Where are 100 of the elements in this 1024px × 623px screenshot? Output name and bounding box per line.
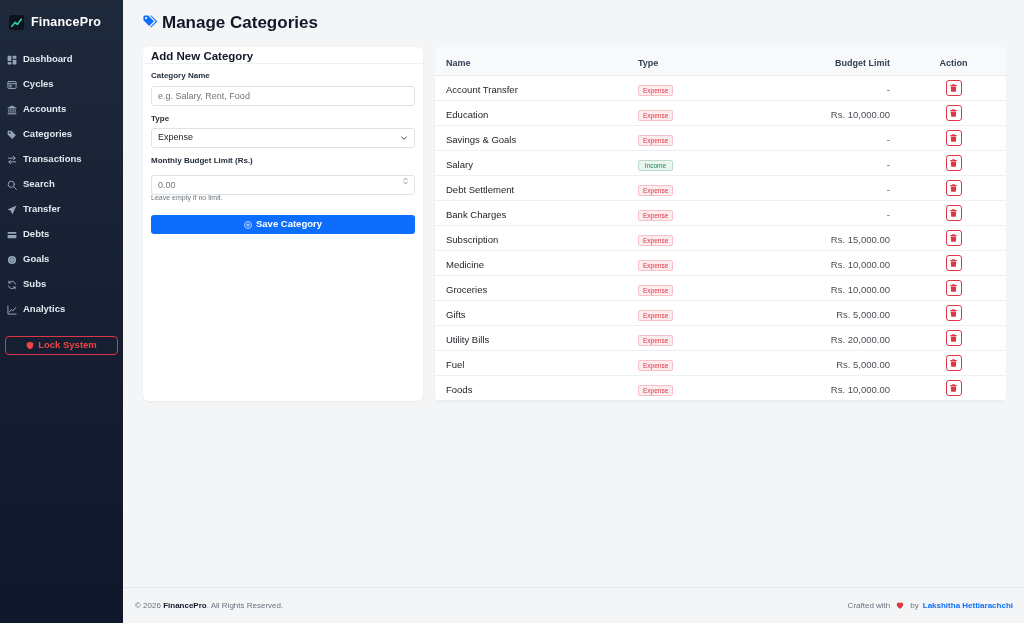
type-select[interactable]: Expense xyxy=(151,128,415,148)
category-name: Foods xyxy=(446,383,473,395)
delete-button[interactable] xyxy=(945,180,962,197)
nav-item[interactable]: Dashboard xyxy=(0,47,123,72)
category-name: Account Transfer xyxy=(446,83,518,95)
dashboard-icon xyxy=(7,54,17,65)
budget-limit: Rs. 20,000.00 xyxy=(830,333,890,345)
nav-item[interactable]: Transactions xyxy=(0,147,123,172)
heart-icon xyxy=(896,602,905,609)
bank-icon xyxy=(7,104,17,115)
budget-limit: Rs. 15,000.00 xyxy=(830,233,890,245)
column-header: Type xyxy=(638,57,659,68)
delete-button[interactable] xyxy=(945,330,962,347)
plus-circle-icon xyxy=(244,220,252,229)
delete-button[interactable] xyxy=(945,305,962,322)
budget-limit-input[interactable]: 0.00 xyxy=(151,175,415,195)
category-name: Fuel xyxy=(446,358,465,370)
nav-item[interactable]: Subs xyxy=(0,272,123,297)
trash-icon xyxy=(950,259,957,268)
budget-limit: Rs. 10,000.00 xyxy=(830,283,890,295)
chevron-down-icon xyxy=(401,136,407,140)
delete-button[interactable] xyxy=(945,230,962,247)
trash-icon xyxy=(950,284,957,293)
budget-limit: Rs. 10,000.00 xyxy=(830,258,890,270)
trash-icon xyxy=(950,359,957,368)
trash-icon xyxy=(950,334,957,343)
copyright-text: © 2026 FinancePro. All Rights Reserved. xyxy=(135,599,284,612)
category-name: Debt Settlement xyxy=(446,183,515,195)
shield-icon xyxy=(26,341,35,350)
lock-system-button[interactable]: Lock System xyxy=(5,336,118,355)
column-header: Action xyxy=(939,57,968,68)
trash-icon xyxy=(950,209,957,218)
delete-button[interactable] xyxy=(945,205,962,222)
nav-item[interactable]: Search xyxy=(0,172,123,197)
delete-button[interactable] xyxy=(945,105,962,122)
paper-plane-icon xyxy=(7,204,17,215)
nav-item[interactable]: Categories xyxy=(0,122,123,147)
form-title: Add New Category xyxy=(151,50,255,63)
spinner-arrows-icon xyxy=(403,177,408,185)
nav-item[interactable]: Goals xyxy=(0,247,123,272)
trash-icon xyxy=(950,159,957,168)
arrows-icon xyxy=(7,154,17,165)
field-label: Category Name xyxy=(151,71,211,81)
brand-name: FinancePro xyxy=(31,15,102,29)
line-chart-icon xyxy=(7,304,17,315)
budget-limit: - xyxy=(886,208,890,220)
nav-item[interactable]: Analytics xyxy=(0,297,123,322)
category-name: Savings & Goals xyxy=(446,133,517,145)
category-name: Utility Bills xyxy=(446,333,490,345)
delete-button[interactable] xyxy=(945,155,962,172)
budget-limit: - xyxy=(886,83,890,95)
window-icon xyxy=(7,79,17,90)
author-link[interactable]: Lakshitha Hettiarachchi xyxy=(922,599,1013,612)
save-category-button[interactable]: Save Category xyxy=(151,215,415,234)
category-name: Groceries xyxy=(446,283,488,295)
delete-button[interactable] xyxy=(945,380,962,397)
budget-limit: - xyxy=(886,183,890,195)
page-title: Manage Categories xyxy=(162,13,318,31)
target-icon xyxy=(7,254,17,265)
credit-card-icon xyxy=(7,229,17,240)
trash-icon xyxy=(950,234,957,243)
nav-item[interactable]: Cycles xyxy=(0,72,123,97)
category-name: Bank Charges xyxy=(446,208,507,220)
budget-limit: - xyxy=(886,133,890,145)
trash-icon xyxy=(950,84,957,93)
column-header: Budget Limit xyxy=(835,57,890,68)
field-label: Type xyxy=(151,114,171,124)
budget-limit: Rs. 10,000.00 xyxy=(830,383,890,395)
delete-button[interactable] xyxy=(945,255,962,272)
trash-icon xyxy=(950,309,957,318)
delete-button[interactable] xyxy=(945,280,962,297)
logo-icon xyxy=(9,14,24,30)
nav-item[interactable]: Accounts xyxy=(0,97,123,122)
delete-button[interactable] xyxy=(945,130,962,147)
category-name: Salary xyxy=(446,158,473,170)
budget-limit: - xyxy=(886,158,890,170)
category-name: Medicine xyxy=(446,258,485,270)
tags-icon xyxy=(7,129,17,140)
category-name-input[interactable]: e.g. Salary, Rent, Food xyxy=(151,86,415,106)
trash-icon xyxy=(950,134,957,143)
column-header: Name xyxy=(446,57,471,68)
field-label: Monthly Budget Limit (Rs.) xyxy=(151,156,254,166)
category-name: Subscription xyxy=(446,233,499,245)
credit-text: by xyxy=(910,599,919,612)
delete-button[interactable] xyxy=(945,80,962,97)
category-name: Gifts xyxy=(446,308,466,320)
category-name: Education xyxy=(446,108,489,120)
credit-text: Crafted with xyxy=(847,599,891,612)
nav-item[interactable]: Transfer xyxy=(0,197,123,222)
delete-button[interactable] xyxy=(945,355,962,372)
refresh-icon xyxy=(7,279,17,290)
trash-icon xyxy=(950,384,957,393)
nav-item[interactable]: Debts xyxy=(0,222,123,247)
tags-icon xyxy=(143,15,157,29)
budget-limit: Rs. 5,000.00 xyxy=(836,358,890,370)
trash-icon xyxy=(950,184,957,193)
budget-limit: Rs. 10,000.00 xyxy=(830,108,890,120)
trash-icon xyxy=(950,109,957,118)
budget-limit: Rs. 5,000.00 xyxy=(836,308,890,320)
search-icon xyxy=(7,179,17,190)
